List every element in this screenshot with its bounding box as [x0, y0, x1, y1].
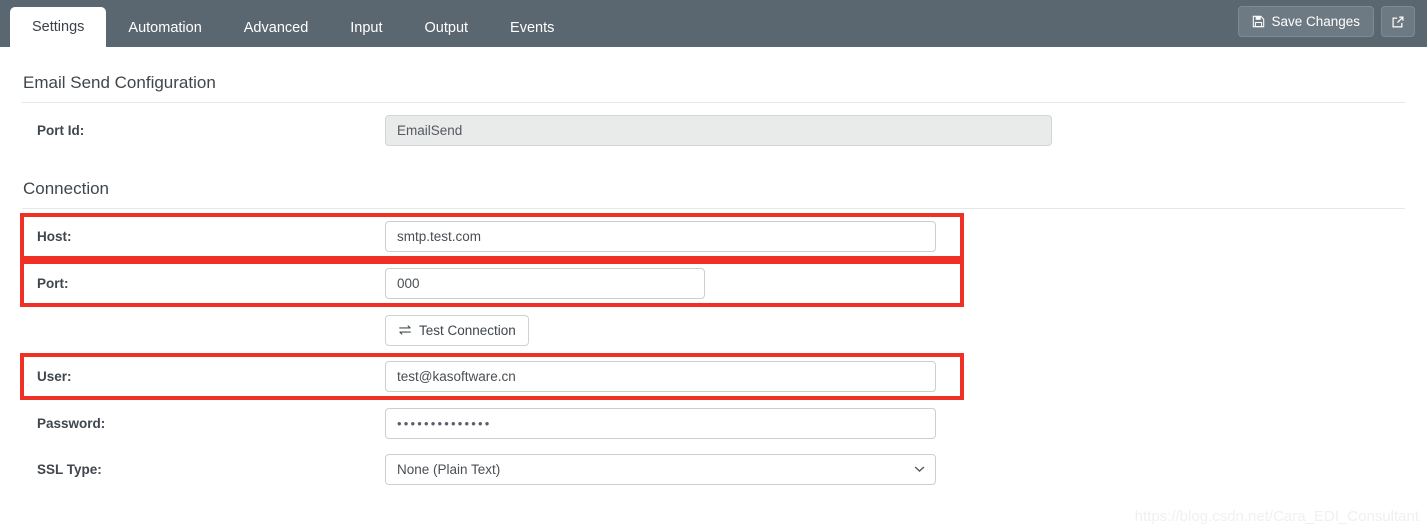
ssl-type-label: SSL Type:	[22, 462, 385, 477]
tab-output[interactable]: Output	[405, 9, 489, 47]
row-host: Host: smtp.test.com	[22, 213, 1405, 260]
row-user: User: test@kasoftware.cn	[22, 353, 1405, 400]
row-ssl-type: SSL Type: None (Plain Text)	[22, 446, 1405, 492]
toolbar-actions: Save Changes	[1238, 6, 1415, 37]
tab-automation[interactable]: Automation	[108, 9, 221, 47]
external-link-icon	[1391, 15, 1405, 29]
popout-button[interactable]	[1381, 6, 1415, 37]
save-changes-button[interactable]: Save Changes	[1238, 6, 1374, 37]
port-id-label: Port Id:	[22, 123, 385, 138]
ssl-type-value: None (Plain Text)	[397, 462, 500, 477]
port-id-input: EmailSend	[385, 115, 1052, 146]
tab-settings[interactable]: Settings	[10, 7, 106, 47]
section-divider-connection	[22, 208, 1405, 209]
row-port-id: Port Id: EmailSend	[22, 107, 1405, 153]
password-input[interactable]: ••••••••••••••	[385, 408, 936, 439]
password-label: Password:	[22, 416, 385, 431]
user-input[interactable]: test@kasoftware.cn	[385, 361, 936, 392]
tab-events[interactable]: Events	[490, 9, 574, 47]
watermark-text: https://blog.csdn.net/Cara_EDI_Consultan…	[1135, 508, 1419, 525]
tab-input[interactable]: Input	[330, 9, 402, 47]
exchange-arrows-icon	[398, 324, 412, 336]
row-test-connection: Test Connection	[22, 307, 1405, 353]
port-input[interactable]: 000	[385, 268, 705, 299]
tab-advanced[interactable]: Advanced	[224, 9, 329, 47]
save-changes-label: Save Changes	[1271, 14, 1360, 29]
connection-section-title: Connection	[22, 153, 1405, 208]
floppy-disk-icon	[1252, 15, 1265, 28]
section-divider	[22, 102, 1405, 103]
email-section-title: Email Send Configuration	[22, 47, 1405, 102]
row-port: Port: 000	[22, 260, 1405, 307]
user-label: User:	[22, 369, 385, 384]
host-input[interactable]: smtp.test.com	[385, 221, 936, 252]
test-connection-button[interactable]: Test Connection	[385, 315, 529, 346]
tab-bar: Settings Automation Advanced Input Outpu…	[0, 0, 1427, 47]
row-password: Password: ••••••••••••••	[22, 400, 1405, 446]
port-label: Port:	[22, 276, 385, 291]
ssl-type-select[interactable]: None (Plain Text)	[385, 454, 936, 485]
settings-content: Email Send Configuration Port Id: EmailS…	[0, 47, 1427, 492]
host-label: Host:	[22, 229, 385, 244]
chevron-down-icon	[914, 465, 925, 473]
test-connection-label: Test Connection	[419, 323, 516, 338]
